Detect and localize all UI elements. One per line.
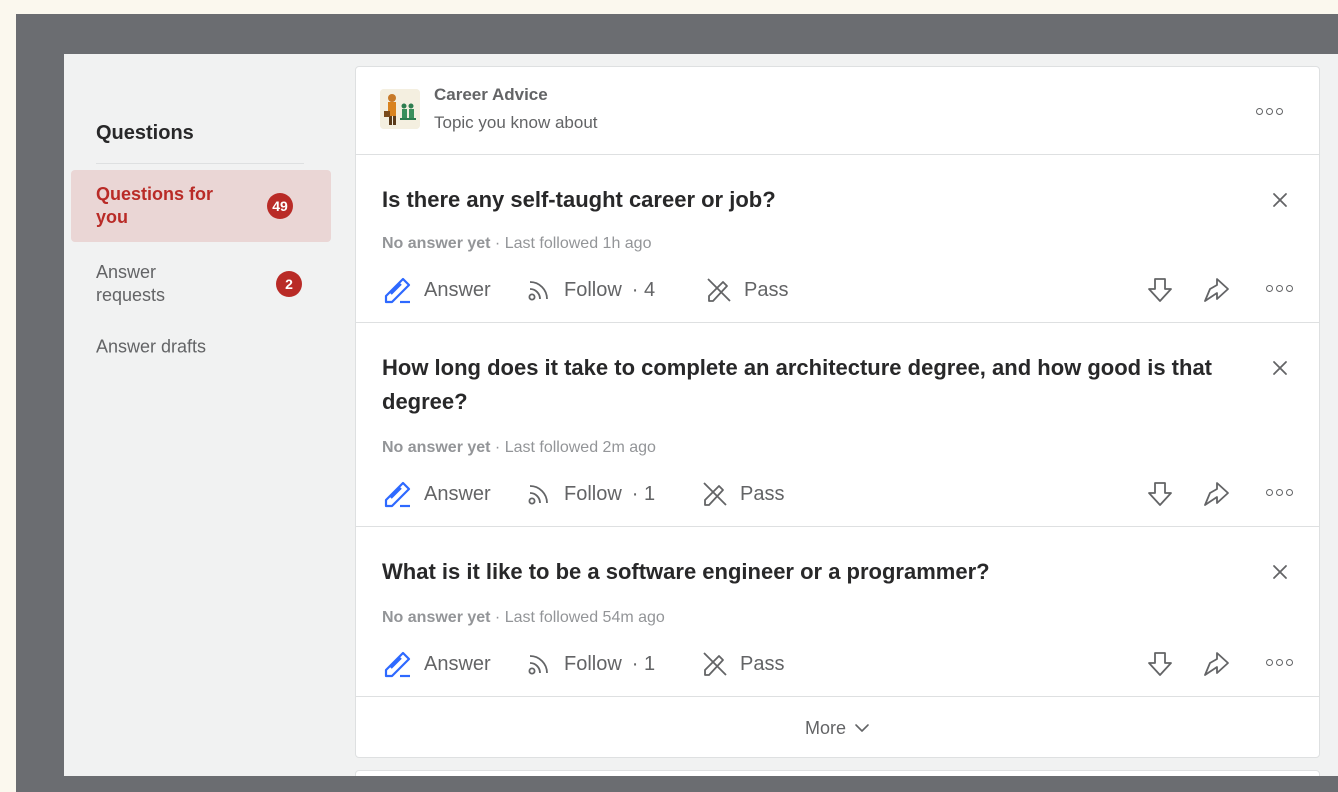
question-title[interactable]: How long does it take to complete an arc… bbox=[382, 351, 1232, 419]
rss-follow-icon bbox=[528, 655, 548, 675]
question-title[interactable]: What is it like to be a software enginee… bbox=[382, 555, 1232, 589]
pass-label: Pass bbox=[744, 278, 789, 301]
question-item: Is there any self-taught career or job? … bbox=[356, 155, 1319, 323]
window-frame: Questions Questions for you 49 Answer re… bbox=[16, 14, 1338, 792]
pencil-slash-pass-icon bbox=[703, 652, 727, 676]
pencil-answer-icon bbox=[384, 277, 411, 304]
question-item: How long does it take to complete an arc… bbox=[356, 323, 1319, 527]
pencil-slash-pass-icon bbox=[707, 278, 731, 302]
sidebar-item-questions-for-you[interactable]: Questions for you 49 bbox=[71, 170, 331, 242]
downvote-arrow-icon[interactable] bbox=[1145, 479, 1175, 509]
more-button[interactable]: More bbox=[356, 697, 1319, 757]
pass-label: Pass bbox=[740, 652, 785, 675]
pencil-answer-icon bbox=[384, 481, 411, 508]
sidebar-item-answer-drafts[interactable]: Answer drafts bbox=[71, 330, 331, 364]
sidebar-item-label: Answer drafts bbox=[96, 336, 207, 357]
topic-subtitle: Topic you know about bbox=[434, 113, 598, 132]
follow-count: · 4 bbox=[631, 278, 656, 301]
question-meta: No answer yet · Last followed 2m ago bbox=[382, 439, 656, 457]
answer-label: Answer bbox=[424, 652, 491, 675]
question-title[interactable]: Is there any self-taught career or job? bbox=[382, 183, 1232, 217]
question-actions: Answer Follow · 1 Pass bbox=[382, 477, 1293, 511]
follow-label: Follow bbox=[564, 652, 622, 675]
topic-name[interactable]: Career Advice bbox=[434, 85, 548, 105]
question-actions: Answer Follow · 1 Pass bbox=[382, 647, 1293, 681]
answer-button[interactable]: Answer bbox=[382, 477, 491, 511]
follow-count: · 1 bbox=[631, 482, 656, 505]
share-arrow-icon[interactable] bbox=[1201, 479, 1231, 509]
more-dots-icon[interactable] bbox=[1266, 285, 1293, 292]
follow-count: · 1 bbox=[631, 652, 656, 675]
answer-label: Answer bbox=[424, 278, 491, 301]
answer-status: No answer yet bbox=[382, 609, 491, 626]
sidebar-item-label: Answer requests bbox=[96, 262, 166, 305]
questions-card: Career Advice Topic you know about Is th… bbox=[355, 66, 1320, 758]
sidebar-title: Questions bbox=[96, 122, 194, 144]
sidebar: Questions Questions for you 49 Answer re… bbox=[64, 54, 332, 776]
close-icon[interactable] bbox=[1269, 189, 1291, 211]
topic-more-icon[interactable] bbox=[1256, 108, 1283, 115]
answer-label: Answer bbox=[424, 482, 491, 505]
pass-button[interactable]: Pass bbox=[704, 273, 788, 307]
answer-button[interactable]: Answer bbox=[382, 647, 491, 681]
next-card-edge bbox=[355, 770, 1320, 776]
pass-button[interactable]: Pass bbox=[700, 477, 784, 511]
career-topic-icon bbox=[380, 89, 420, 129]
pencil-slash-pass-icon bbox=[703, 482, 727, 506]
rss-follow-icon bbox=[528, 281, 548, 301]
more-dots-icon[interactable] bbox=[1266, 659, 1293, 666]
answer-button[interactable]: Answer bbox=[382, 273, 491, 307]
last-followed: · Last followed 54m ago bbox=[490, 609, 665, 626]
close-icon[interactable] bbox=[1269, 357, 1291, 379]
downvote-arrow-icon[interactable] bbox=[1145, 275, 1175, 305]
sidebar-item-label: Questions for you bbox=[96, 184, 214, 227]
topic-header: Career Advice Topic you know about bbox=[356, 67, 1319, 155]
downvote-arrow-icon[interactable] bbox=[1145, 649, 1175, 679]
question-item: What is it like to be a software enginee… bbox=[356, 527, 1319, 697]
rss-follow-icon bbox=[528, 485, 548, 505]
share-arrow-icon[interactable] bbox=[1201, 649, 1231, 679]
pass-label: Pass bbox=[740, 482, 785, 505]
share-arrow-icon[interactable] bbox=[1201, 275, 1231, 305]
close-icon[interactable] bbox=[1269, 561, 1291, 583]
pass-button[interactable]: Pass bbox=[700, 647, 784, 681]
follow-label: Follow bbox=[564, 278, 622, 301]
follow-button[interactable]: Follow · 1 bbox=[524, 477, 655, 511]
answer-status: No answer yet bbox=[382, 439, 491, 456]
last-followed: · Last followed 1h ago bbox=[490, 235, 652, 252]
question-meta: No answer yet · Last followed 54m ago bbox=[382, 609, 665, 627]
pencil-answer-icon bbox=[384, 651, 411, 678]
more-dots-icon[interactable] bbox=[1266, 489, 1293, 496]
answer-status: No answer yet bbox=[382, 235, 491, 252]
follow-button[interactable]: Follow · 4 bbox=[524, 273, 655, 307]
requests-count-badge: 2 bbox=[276, 271, 302, 297]
follow-label: Follow bbox=[564, 482, 622, 505]
sidebar-item-answer-requests[interactable]: Answer requests 2 bbox=[71, 248, 331, 320]
last-followed: · Last followed 2m ago bbox=[490, 439, 656, 456]
sidebar-divider bbox=[96, 163, 304, 164]
chevron-down-icon bbox=[855, 724, 869, 732]
questions-count-badge: 49 bbox=[267, 193, 293, 219]
question-actions: Answer Follow · 4 Pass bbox=[382, 273, 1293, 307]
app-screen: Questions Questions for you 49 Answer re… bbox=[64, 54, 1338, 776]
follow-button[interactable]: Follow · 1 bbox=[524, 647, 655, 681]
more-label: More bbox=[804, 717, 846, 738]
question-meta: No answer yet · Last followed 1h ago bbox=[382, 235, 651, 253]
